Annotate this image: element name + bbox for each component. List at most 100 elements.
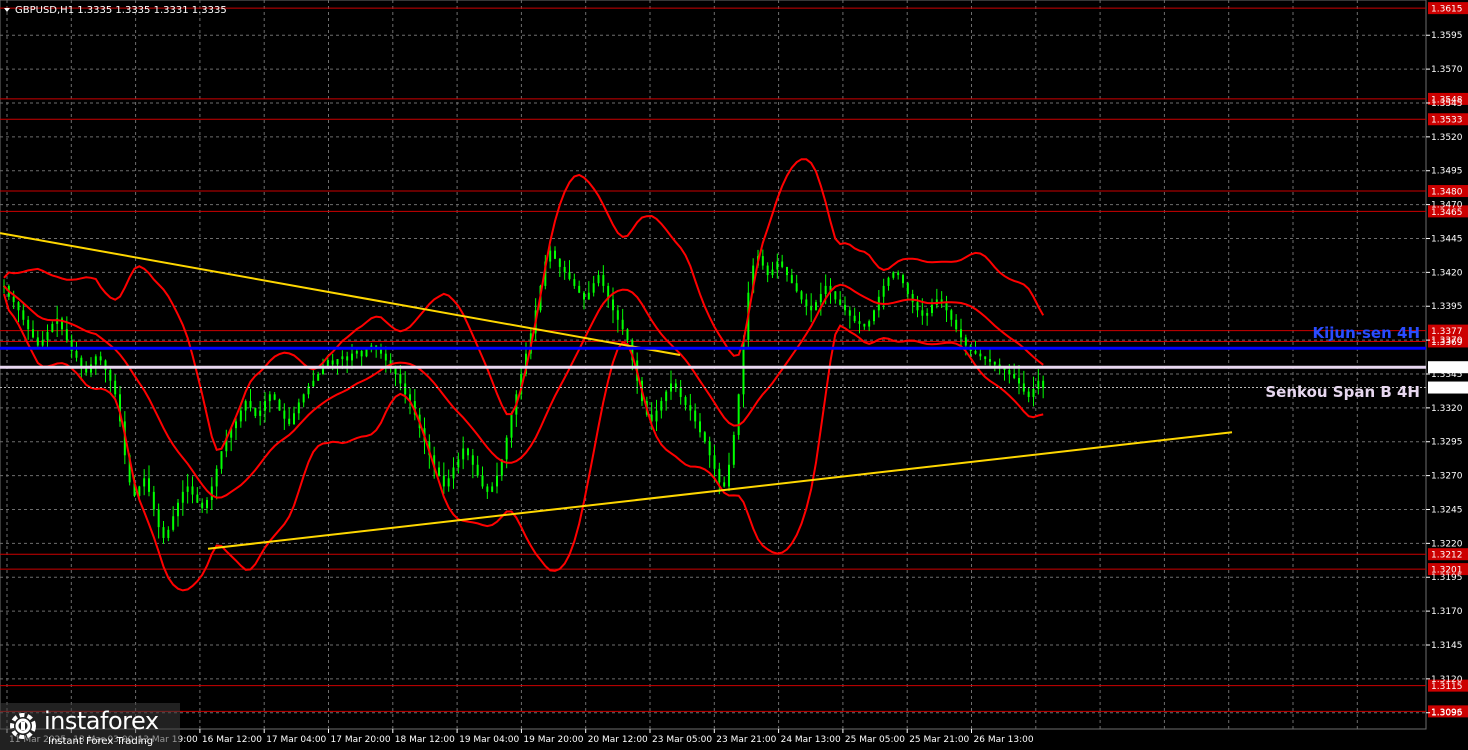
candle-body: [467, 448, 469, 456]
candle-body: [505, 437, 508, 460]
y-tick-label: 1.3195: [1431, 573, 1463, 583]
candle-body: [12, 296, 15, 303]
candle-body: [355, 350, 358, 354]
candle-body: [887, 277, 890, 286]
candle-body: [220, 451, 223, 469]
candle-body: [99, 356, 102, 361]
candle-body: [916, 302, 919, 311]
candle-body: [549, 250, 552, 262]
x-tick-label: 25 Mar 05:00: [845, 735, 905, 745]
candle-body: [723, 482, 726, 487]
candle-body: [955, 319, 958, 330]
candle-body: [143, 478, 146, 487]
candle-body: [993, 361, 996, 365]
candle-body: [181, 491, 184, 503]
candle-body: [254, 407, 257, 416]
candle-body: [346, 356, 349, 361]
y-tick-label: 1.3270: [1431, 472, 1463, 482]
candle-body: [1008, 369, 1011, 374]
candle-body: [399, 373, 402, 384]
candle-body: [583, 292, 585, 300]
candle-body: [694, 410, 697, 422]
candle-body: [863, 323, 866, 327]
x-tick-label: 17 Mar 20:00: [331, 735, 391, 745]
x-tick-label: 26 Mar 13:00: [974, 735, 1034, 745]
candle-body: [293, 413, 295, 425]
level-price-label: 1.3533: [1431, 116, 1463, 126]
candle-body: [708, 441, 711, 456]
y-tick-label: 1.3420: [1431, 268, 1463, 278]
candle-body: [800, 291, 803, 300]
x-tick-label: 18 Mar 12:00: [395, 735, 455, 745]
candle-body: [573, 279, 576, 286]
y-tick-label: 1.3170: [1431, 607, 1463, 617]
candle-body: [655, 410, 658, 422]
candle-body: [442, 475, 445, 487]
candle-body: [684, 397, 687, 406]
candle-body: [206, 500, 208, 509]
candle-body: [558, 258, 561, 267]
candle-body: [239, 410, 242, 422]
candle-body: [906, 283, 909, 295]
gear-icon: [10, 713, 36, 739]
candle-body: [302, 394, 305, 403]
candle-body: [873, 310, 875, 322]
candle-body: [660, 401, 663, 411]
x-tick-label: 17 Mar 04:00: [266, 735, 326, 745]
level-price-label: 1.3615: [1431, 5, 1463, 15]
candle-body: [114, 380, 117, 395]
candle-body: [984, 356, 987, 360]
y-tick-label: 1.3320: [1431, 404, 1463, 414]
y-tick-label: 1.3220: [1431, 539, 1463, 549]
candle-body: [679, 387, 682, 398]
candle-body: [824, 285, 827, 295]
candle-body: [268, 394, 271, 402]
candle-body: [384, 353, 387, 361]
x-tick-label: 23 Mar 05:00: [652, 735, 712, 745]
candle-body: [728, 464, 730, 487]
candle-body: [152, 491, 155, 510]
candle-body: [75, 350, 78, 358]
candle-body: [979, 353, 982, 357]
y-tick-label: 1.3120: [1431, 675, 1463, 685]
candle-body: [786, 266, 788, 276]
current-price-label: 1.3335: [1431, 384, 1463, 394]
candle-body: [486, 486, 489, 492]
candle-body: [41, 340, 44, 346]
candle-body: [452, 467, 455, 479]
y-tick-label: 1.3345: [1431, 370, 1463, 380]
candle-body: [897, 272, 900, 276]
candle-body: [283, 410, 286, 419]
candle-body: [317, 373, 320, 381]
candle-body: [196, 494, 199, 503]
candle-body: [931, 304, 933, 314]
kijun-sen-label: Kijun-sen 4H: [1313, 324, 1420, 342]
candle-body: [244, 401, 247, 411]
candle-body: [602, 275, 605, 286]
candle-body: [713, 455, 716, 469]
candle-body: [65, 329, 68, 341]
candle-body: [457, 459, 460, 468]
candle-body: [1027, 391, 1030, 398]
candle-body: [670, 383, 672, 392]
candle-body: [674, 383, 677, 388]
candle-body: [776, 261, 779, 270]
candle-body: [853, 315, 856, 322]
candle-body: [882, 285, 885, 297]
candle-body: [167, 529, 170, 538]
y-tick-label: 1.3470: [1431, 201, 1463, 211]
brand-name: instaforex: [44, 707, 159, 735]
candle-body: [341, 356, 344, 360]
price-chart[interactable]: 1.36151.35481.35331.34801.34651.33771.33…: [0, 0, 1468, 750]
candle-body: [191, 486, 194, 495]
candle-body: [447, 478, 450, 487]
candle-body: [46, 331, 49, 341]
candle-body: [665, 391, 668, 402]
candle-body: [815, 302, 817, 311]
candle-body: [1032, 388, 1035, 398]
candle-body: [17, 302, 20, 311]
y-tick-label: 1.3395: [1431, 302, 1463, 312]
candle-body: [911, 294, 914, 303]
candle-body: [235, 421, 237, 429]
candle-body: [964, 337, 967, 346]
